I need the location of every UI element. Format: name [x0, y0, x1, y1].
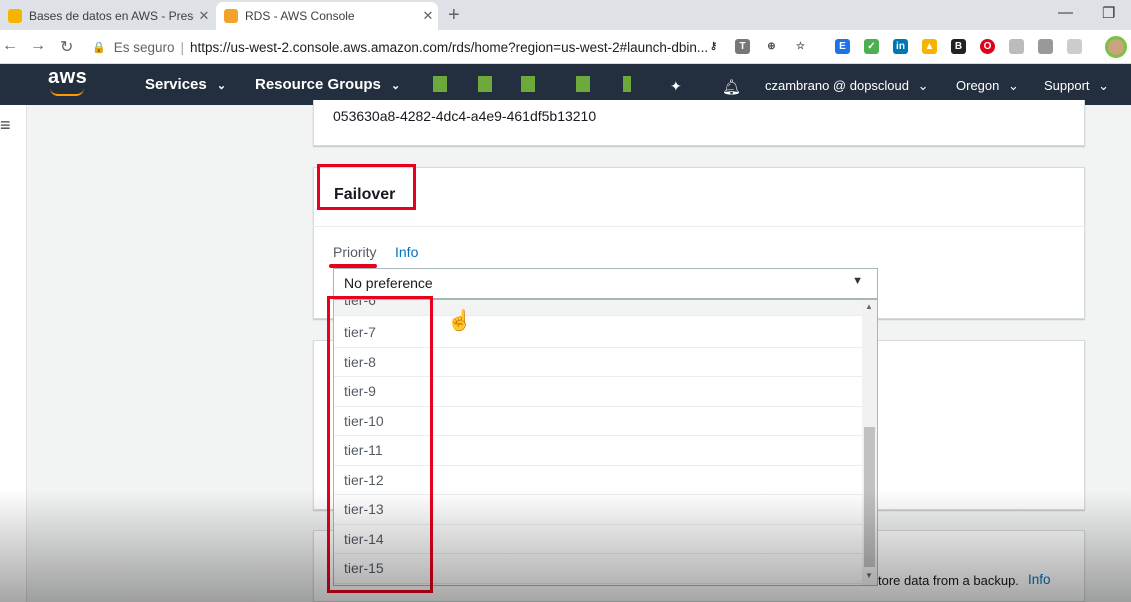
back-icon[interactable]: ←: [2, 37, 18, 55]
extension-icon[interactable]: [1067, 39, 1082, 54]
extension-icon[interactable]: [1009, 39, 1024, 54]
services-menu[interactable]: Services ⌄: [145, 76, 226, 93]
left-rail: ≡: [0, 105, 27, 602]
dropdown-scroll-thumb[interactable]: [864, 427, 875, 567]
tab-title: Bases de datos en AWS - Presentación: [29, 9, 194, 23]
scroll-down-icon[interactable]: ▼: [865, 571, 873, 580]
divider: [313, 226, 1085, 227]
key-shortcut-icon[interactable]: [623, 76, 631, 92]
key-icon[interactable]: ⚷: [706, 39, 721, 54]
drive-icon[interactable]: ▲: [922, 39, 937, 54]
reload-icon[interactable]: ↻: [60, 37, 73, 57]
aws-logo[interactable]: aws: [48, 66, 87, 89]
service-shortcut-icon[interactable]: [521, 76, 535, 92]
aws-box-icon: [224, 9, 238, 23]
separator: |: [180, 39, 185, 55]
highlight-priority-underline: [329, 264, 377, 268]
new-tab-icon[interactable]: +: [448, 4, 460, 27]
browser-toolbar: ← → ↻ 🔒 Es seguro | https://us-west-2.co…: [0, 30, 1131, 64]
priority-select[interactable]: No preference ▼: [333, 268, 878, 299]
service-shortcut-icon[interactable]: [433, 76, 447, 92]
account-label: czambrano @ dopscloud: [765, 78, 909, 93]
resource-groups-menu[interactable]: Resource Groups ⌄: [255, 76, 400, 93]
extension-icon[interactable]: B: [951, 39, 966, 54]
instance-id-value: 053630a8-4282-4dc4-a4e9-461df5b13210: [333, 108, 597, 124]
close-icon[interactable]: ✕: [194, 8, 214, 24]
slides-icon: [8, 9, 22, 23]
profile-avatar[interactable]: [1105, 36, 1127, 58]
aws-smile-icon: [50, 88, 84, 96]
priority-label: Priority: [333, 244, 377, 260]
services-label: Services: [145, 76, 207, 93]
zoom-icon[interactable]: ⊕: [764, 39, 779, 54]
highlight-options-box: [327, 296, 433, 593]
chevron-down-icon: ⌄: [1098, 78, 1110, 93]
bell-icon[interactable]: 🔔︎: [722, 78, 741, 96]
linkedin-icon[interactable]: in: [893, 39, 908, 54]
chevron-down-icon: ⌄: [391, 80, 401, 92]
highlight-failover-box: [317, 164, 416, 210]
chevron-down-icon: ⌄: [216, 80, 227, 92]
star-icon[interactable]: ☆: [793, 39, 808, 54]
menu-icon[interactable]: ≡: [0, 115, 11, 136]
restore-icon[interactable]: ❐: [1102, 4, 1115, 22]
support-menu[interactable]: Support ⌄: [1044, 78, 1109, 94]
cloud-icon[interactable]: [1038, 39, 1053, 54]
tab-rds-console[interactable]: RDS - AWS Console ✕: [216, 2, 438, 30]
forward-icon[interactable]: →: [30, 37, 46, 55]
pin-icon[interactable]: ✦: [670, 78, 682, 95]
region-label: Oregon: [956, 78, 1000, 93]
resource-groups-label: Resource Groups: [255, 76, 381, 93]
service-shortcut-icon[interactable]: [478, 76, 492, 92]
service-shortcut-icon[interactable]: [576, 76, 590, 92]
lock-icon: 🔒: [92, 41, 106, 54]
translate-icon[interactable]: T: [735, 39, 750, 54]
priority-selected-value: No preference: [344, 275, 433, 291]
backup-info-link[interactable]: Info: [1028, 572, 1051, 587]
url-text: https://us-west-2.console.aws.amazon.com…: [190, 39, 709, 55]
priority-info-link[interactable]: Info: [395, 244, 418, 260]
scroll-up-icon[interactable]: ▲: [865, 302, 873, 311]
caret-down-icon: ▼: [852, 275, 863, 287]
tab-title: RDS - AWS Console: [245, 9, 355, 23]
chevron-down-icon: ⌄: [1008, 78, 1019, 93]
secure-label: Es seguro: [113, 39, 175, 55]
close-icon[interactable]: ✕: [418, 8, 438, 24]
region-menu[interactable]: Oregon ⌄: [956, 78, 1019, 94]
account-menu[interactable]: czambrano @ dopscloud ⌄: [765, 78, 929, 94]
support-label: Support: [1044, 78, 1090, 93]
browser-tab-strip: Bases de datos en AWS - Presentación ✕ R…: [0, 0, 1131, 30]
tab-presentation[interactable]: Bases de datos en AWS - Presentación ✕: [0, 2, 214, 30]
extension-icon[interactable]: ✓: [864, 39, 879, 54]
backup-description: tore data from a backup.: [878, 573, 1019, 588]
minimize-icon[interactable]: —: [1058, 4, 1073, 21]
opera-icon[interactable]: O: [980, 39, 995, 54]
aws-navbar: aws Services ⌄ Resource Groups ⌄ ✦ 🔔︎ cz…: [0, 64, 1131, 105]
chevron-down-icon: ⌄: [917, 78, 929, 93]
extension-icon[interactable]: E: [835, 39, 850, 54]
hand-cursor-icon: ☝: [447, 310, 472, 332]
